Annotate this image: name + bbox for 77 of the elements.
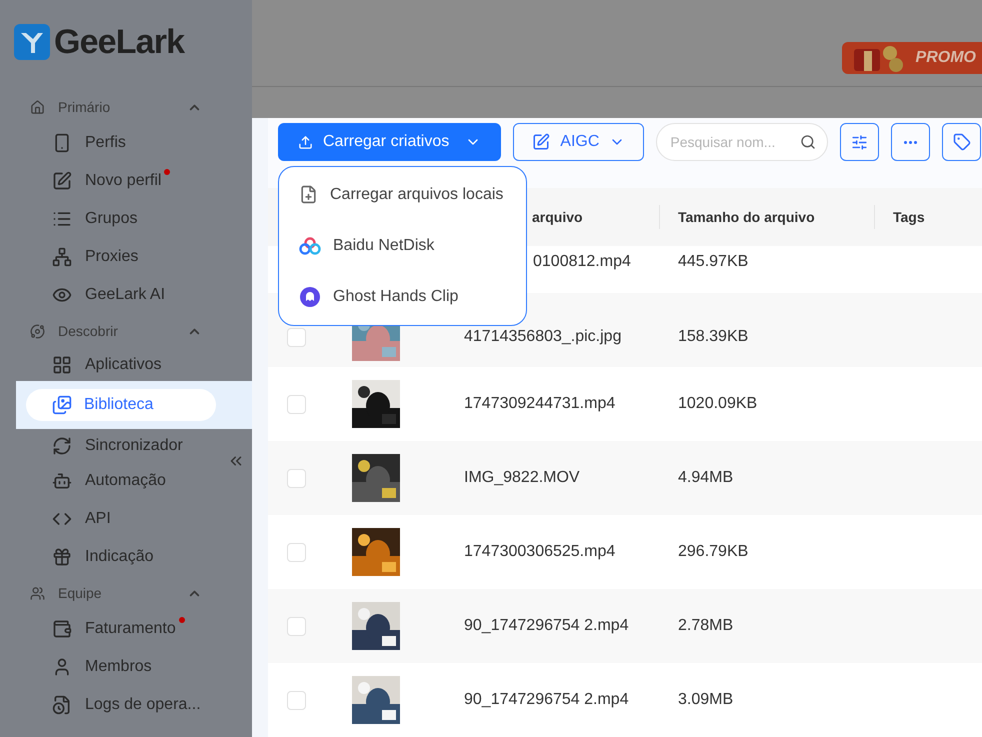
sidebar-item[interactable]: Automação bbox=[0, 462, 252, 500]
dropdown-item-label: Carregar arquivos locais bbox=[330, 184, 504, 205]
search-icon bbox=[800, 134, 816, 150]
sidebar-item[interactable]: Membros bbox=[0, 648, 252, 686]
sidebar-item[interactable]: API bbox=[0, 500, 252, 538]
menu-item-icon bbox=[52, 436, 72, 456]
file-name: 90_1747296754 2.mp4 bbox=[464, 617, 629, 634]
sidebar-item[interactable]: Faturamento bbox=[0, 610, 252, 648]
sliders-icon bbox=[851, 134, 868, 150]
dropdown-item[interactable]: Carregar arquivos locais bbox=[279, 169, 526, 220]
menu-item-icon bbox=[52, 695, 72, 715]
row-checkbox[interactable] bbox=[287, 394, 306, 414]
sidebar-item[interactable]: Perfis bbox=[0, 124, 252, 162]
row-checkbox[interactable] bbox=[287, 328, 306, 346]
column-header: arquivo bbox=[532, 208, 583, 227]
file-size: 158.39KB bbox=[678, 328, 748, 345]
row-checkbox[interactable] bbox=[287, 468, 306, 488]
row-checkbox[interactable] bbox=[287, 616, 306, 636]
file-name: 90_1747296754 2.mp4 bbox=[464, 691, 629, 708]
file-size: 2.78MB bbox=[678, 617, 734, 634]
file-size: 3.09MB bbox=[678, 691, 734, 708]
file-size: 4.94MB bbox=[678, 469, 734, 486]
menu-item-icon bbox=[52, 471, 72, 491]
sidebar-item[interactable]: Novo perfil bbox=[0, 162, 252, 200]
section-header[interactable]: Equipe bbox=[0, 576, 252, 610]
file-name: 1747300306525.mp4 bbox=[464, 543, 616, 560]
row-checkbox[interactable] bbox=[287, 690, 306, 710]
menu-item-icon bbox=[52, 354, 72, 374]
section-header[interactable]: Primário bbox=[0, 90, 252, 124]
column-header: Tags bbox=[893, 208, 925, 224]
file-plus-icon bbox=[299, 185, 318, 204]
sidebar-item[interactable]: Aplicativos bbox=[0, 348, 252, 381]
file-name: IMG_9822.MOV bbox=[464, 469, 580, 486]
tag-icon bbox=[952, 133, 971, 151]
column-header: Tamanho do arquivo bbox=[678, 208, 815, 227]
logo-icon bbox=[14, 24, 50, 60]
sidebar-item[interactable]: Logs de opera... bbox=[0, 686, 252, 724]
dropdown-item[interactable]: Baidu NetDisk bbox=[279, 220, 526, 272]
section-header[interactable]: Descobrir bbox=[0, 314, 252, 348]
file-name: 1747309244731.mp4 bbox=[464, 395, 616, 412]
section-icon bbox=[30, 586, 45, 600]
menu-item-icon bbox=[52, 171, 72, 191]
search-field[interactable]: Pesquisar nom... bbox=[656, 123, 828, 161]
row-checkbox[interactable] bbox=[287, 542, 306, 562]
promo-banner[interactable]: PROMO bbox=[842, 42, 982, 74]
menu-item-icon bbox=[52, 547, 72, 567]
section-icon bbox=[30, 100, 45, 114]
sidebar-item[interactable]: Grupos bbox=[0, 200, 252, 238]
more-button[interactable] bbox=[891, 123, 930, 161]
section-icon bbox=[30, 324, 45, 338]
sidebar-item[interactable]: Proxies bbox=[0, 238, 252, 276]
images-icon bbox=[52, 395, 72, 415]
dropdown-item-label: Baidu NetDisk bbox=[333, 236, 434, 256]
menu-item-icon bbox=[52, 619, 72, 639]
aigc-button[interactable]: AIGC bbox=[513, 123, 644, 161]
filter-button[interactable] bbox=[840, 123, 880, 161]
promo-text: PROMO bbox=[916, 48, 976, 68]
upload-icon bbox=[298, 134, 313, 150]
file-size: 445.97KB bbox=[678, 253, 748, 270]
edit-icon bbox=[532, 133, 550, 151]
dropdown-item[interactable]: Ghost Hands Clip bbox=[279, 272, 526, 323]
file-size: 296.79KB bbox=[678, 543, 748, 560]
sidebar-item[interactable]: GeeLark AI bbox=[0, 276, 252, 314]
upload-button[interactable]: Carregar criativos bbox=[278, 123, 502, 161]
cloud-rings-icon bbox=[299, 236, 321, 255]
file-name: 41714356803_.pic.jpg bbox=[464, 328, 622, 345]
tag-button[interactable] bbox=[942, 123, 982, 161]
sidebar-item[interactable]: Sincronizador bbox=[0, 429, 252, 462]
ghost-icon bbox=[299, 286, 321, 308]
ellipsis-icon bbox=[904, 140, 918, 144]
sidebar-item[interactable]: Biblioteca bbox=[26, 389, 216, 421]
logo-text: GeeLark bbox=[54, 25, 184, 59]
dropdown-item-label: Ghost Hands Clip bbox=[333, 287, 458, 308]
sidebar-item[interactable]: Indicação bbox=[0, 538, 252, 576]
file-size: 1020.09KB bbox=[678, 395, 758, 412]
file-name: 0100812.mp4 bbox=[533, 253, 631, 270]
menu-item-icon bbox=[52, 247, 72, 267]
